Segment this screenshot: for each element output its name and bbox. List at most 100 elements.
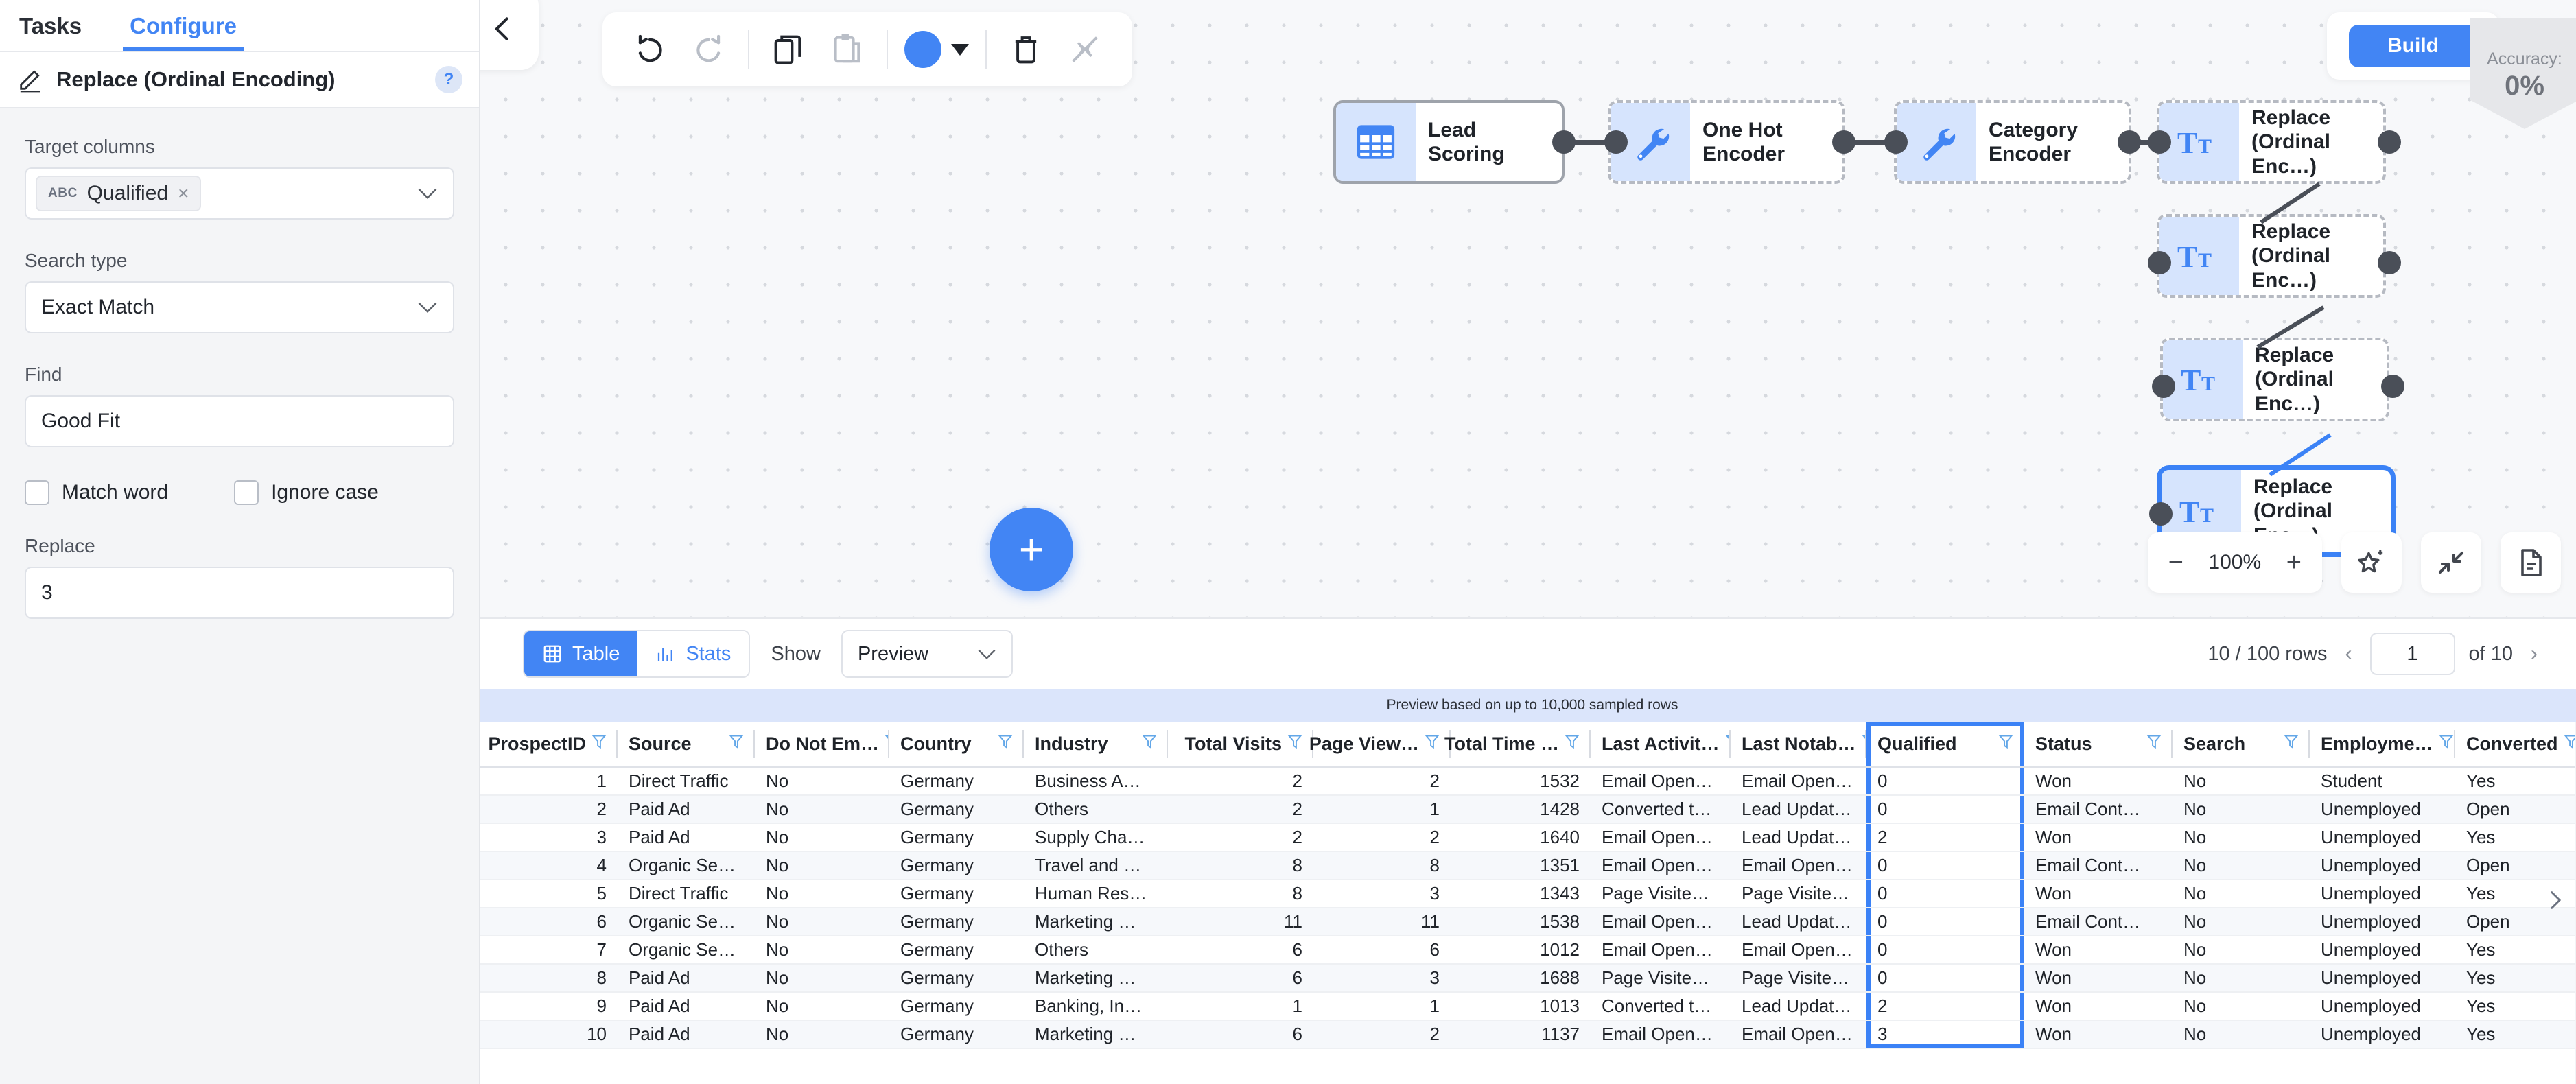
magic-star-button[interactable] [2341, 532, 2402, 593]
tab-stats[interactable]: Stats [637, 631, 749, 676]
configure-form: Target columns ABC Qualified × Search ty… [0, 108, 479, 619]
help-icon[interactable]: ? [435, 66, 462, 93]
redo-button[interactable] [679, 20, 738, 79]
pipeline-canvas[interactable]: Build Accuracy: 0% Lead Scoring One Hot … [480, 0, 2576, 617]
build-button[interactable]: Build [2349, 25, 2477, 67]
table-row[interactable]: 1 Direct Traffic No Germany Business A… 2 2 153… [480, 767, 2576, 796]
column-header-do_not_email[interactable]: Do Not Em… [755, 722, 900, 768]
cell-converted: Yes [2455, 992, 2576, 1021]
cell-employment: Unemployed [2310, 936, 2455, 965]
table-row[interactable]: 9 Paid Ad No Germany Banking, In… 1 1 1013 Conve… [480, 992, 2576, 1021]
column-filter-icon[interactable] [2146, 733, 2162, 755]
column-header-last_activity[interactable]: Last Activit… [1591, 722, 1740, 768]
table-row[interactable]: 10 Paid Ad No Germany Marketing … 6 2 1137 Email… [480, 1020, 2576, 1049]
zoom-in-button[interactable]: + [2286, 550, 2302, 576]
column-header-qualified[interactable]: Qualified [1866, 722, 2024, 768]
column-header-last_notable[interactable]: Last Notab… [1731, 722, 1876, 768]
document-button[interactable] [2501, 532, 2561, 593]
match-word-checkbox[interactable]: Match word [25, 480, 168, 505]
node-lead-scoring[interactable]: Lead Scoring [1333, 100, 1565, 184]
table-row[interactable]: 7 Organic Se… No Germany Others 6 6 1012 Email O… [480, 936, 2576, 965]
show-value: Preview [857, 642, 929, 665]
fit-to-screen-button[interactable] [2421, 532, 2481, 593]
node-replace-1[interactable]: TT Replace (Ordinal Enc…) [2157, 100, 2386, 184]
column-header-country[interactable]: Country [889, 722, 1024, 768]
scroll-right-button[interactable] [2543, 888, 2566, 918]
search-type-select[interactable]: Exact Match [25, 281, 454, 333]
port-in-replace-3[interactable] [2152, 375, 2175, 398]
table-row[interactable]: 3 Paid Ad No Germany Supply Cha… 2 2 1640 Email … [480, 823, 2576, 852]
column-filter-icon[interactable] [2284, 733, 2299, 755]
table-row[interactable]: 8 Paid Ad No Germany Marketing … 6 3 1688 Page V… [480, 964, 2576, 993]
cell-country: Germany [889, 767, 1024, 796]
column-filter-icon[interactable] [2439, 733, 2454, 755]
column-header-total_time[interactable]: Total Time … [1444, 722, 1591, 768]
table-row[interactable]: 4 Organic Se… No Germany Travel and … 8 8 1351 E… [480, 851, 2576, 880]
table-body: 1 Direct Traffic No Germany Business A… 2 2 153… [480, 767, 2576, 1049]
show-select[interactable]: Preview [841, 630, 1013, 678]
column-header-industry[interactable]: Industry [1024, 722, 1168, 768]
undo-button[interactable] [620, 20, 679, 79]
target-columns-input[interactable]: ABC Qualified × [25, 167, 454, 220]
column-header-search[interactable]: Search [2173, 722, 2310, 768]
column-header-status[interactable]: Status [2024, 722, 2173, 768]
column-header-source[interactable]: Source [618, 722, 755, 768]
port-out-replace-1[interactable] [2378, 130, 2401, 154]
port-in-category[interactable] [1884, 130, 1908, 154]
table-row[interactable]: 2 Paid Ad No Germany Others 2 1 1428 Converted t… [480, 795, 2576, 824]
port-in-replace-1[interactable] [2148, 130, 2171, 154]
column-filter-icon[interactable] [729, 733, 744, 755]
port-out-lead-scoring[interactable] [1552, 130, 1576, 154]
port-in-replace-4[interactable] [2149, 502, 2173, 526]
tab-configure[interactable]: Configure [123, 14, 244, 51]
column-header-employment[interactable]: Employme… [2310, 722, 2455, 768]
column-filter-icon[interactable] [998, 733, 1013, 755]
column-filter-icon[interactable] [1565, 733, 1580, 755]
copy-button[interactable] [759, 20, 818, 79]
column-filter-icon[interactable] [1287, 733, 1302, 755]
node-category-encoder[interactable]: Category Encoder [1894, 100, 2131, 184]
port-out-category[interactable] [2118, 130, 2141, 154]
chip-remove-icon[interactable]: × [178, 182, 189, 204]
port-out-replace-3[interactable] [2381, 375, 2404, 398]
tab-table[interactable]: Table [524, 631, 638, 676]
column-filter-icon[interactable] [592, 733, 607, 755]
chevron-down-icon[interactable] [417, 183, 443, 204]
table-row[interactable]: 5 Direct Traffic No Germany Human Res… 8 3 1343… [480, 880, 2576, 908]
tab-tasks[interactable]: Tasks [12, 14, 89, 51]
page-number-input[interactable]: 1 [2369, 633, 2455, 675]
port-out-replace-2[interactable] [2378, 251, 2401, 274]
column-header-converted[interactable]: Converted [2455, 722, 2576, 768]
unlink-button[interactable] [1055, 20, 1114, 79]
prev-page-button[interactable]: ‹ [2341, 642, 2356, 665]
ignore-case-checkbox[interactable]: Ignore case [234, 480, 379, 505]
column-filter-icon[interactable] [1425, 733, 1440, 755]
paste-button[interactable] [818, 20, 877, 79]
replace-input[interactable]: 3 [25, 567, 454, 619]
filter-icon [1142, 735, 1157, 749]
port-out-one-hot[interactable] [1832, 130, 1855, 154]
column-filter-icon[interactable] [1998, 733, 2013, 755]
port-in-replace-2[interactable] [2148, 251, 2171, 274]
find-input[interactable]: Good Fit [25, 395, 454, 447]
table-row[interactable]: 6 Organic Se… No Germany Marketing … 11 11 1538… [480, 908, 2576, 936]
next-page-button[interactable]: › [2527, 642, 2542, 665]
port-in-one-hot[interactable] [1604, 130, 1628, 154]
column-chip-qualified[interactable]: ABC Qualified × [36, 176, 202, 211]
cell-search: No [2173, 851, 2310, 880]
delete-button[interactable] [996, 20, 1055, 79]
color-picker-button[interactable] [898, 20, 976, 79]
back-button[interactable] [480, 0, 539, 70]
add-node-button[interactable]: + [990, 508, 1073, 591]
node-one-hot-encoder[interactable]: One Hot Encoder [1608, 100, 1845, 184]
search-type-value: Exact Match [41, 296, 155, 318]
column-header-page_views[interactable]: Page View… [1309, 722, 1451, 768]
column-filter-icon[interactable] [1142, 733, 1157, 755]
column-header-total_visits[interactable]: Total Visits [1168, 722, 1313, 768]
edit-pencil-icon[interactable] [16, 66, 44, 93]
zoom-out-button[interactable]: − [2168, 550, 2183, 576]
cell-employment: Unemployed [2310, 964, 2455, 993]
edge-replace-chain [2256, 182, 2332, 477]
data-table-wrapper[interactable]: ProspectID Source Do Not Em… Country Industr… [480, 722, 2576, 1084]
column-header-prospect_id[interactable]: ProspectID [480, 722, 618, 768]
